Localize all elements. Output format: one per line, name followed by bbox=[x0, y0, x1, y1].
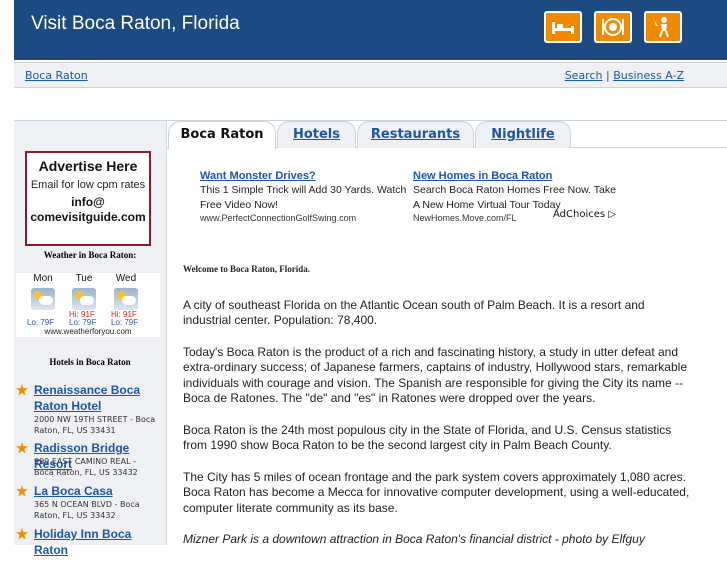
hotel-address-line2: Boca Raton, FL, US 33432 bbox=[34, 468, 138, 477]
hotel-address: 999 EAST CAMINO REAL - Boca Raton, FL, U… bbox=[34, 456, 162, 478]
weather-day: Wed bbox=[115, 273, 137, 284]
hotel-address-line1: 2000 NW 19TH STREET - Boca bbox=[34, 415, 156, 424]
adchoices-triangle-icon: ▷ bbox=[608, 209, 616, 220]
advertise-subtext: Email for low cpm rates bbox=[30, 179, 146, 191]
hotel-address-line2: Raton, FL, US 33432 bbox=[34, 511, 116, 520]
partly-cloudy-icon bbox=[114, 288, 138, 310]
hotel-address-line1: 365 N OCEAN BLVD - Boca bbox=[34, 500, 140, 509]
ad-title[interactable]: New Homes in Boca Raton bbox=[413, 170, 623, 182]
advertise-email: info@ comevisitguide.com bbox=[27, 195, 149, 225]
tab-hotels[interactable]: Hotels bbox=[277, 121, 356, 148]
ad-url[interactable]: www.PerfectConnectionGolfSwing.com bbox=[200, 213, 422, 223]
adchoices-text[interactable]: AdChoices bbox=[553, 209, 605, 220]
hotel-star-icon bbox=[16, 442, 28, 454]
breadcrumb-boca-raton[interactable]: Boca Raton bbox=[25, 69, 88, 82]
weather-day: Mon bbox=[33, 273, 53, 284]
advertise-email-line2: comevisitguide.com bbox=[30, 210, 146, 224]
hotel-name[interactable]: La Boca Casa bbox=[34, 483, 162, 499]
site-header: Visit Boca Raton, Florida bbox=[14, 0, 727, 60]
hotel-star-icon bbox=[16, 384, 28, 396]
welcome-heading: Welcome to Boca Raton, Florida. bbox=[183, 264, 310, 274]
tab-boca-raton[interactable]: Boca Raton bbox=[168, 121, 276, 149]
weather-low: Lo: 79F bbox=[111, 318, 139, 327]
tab-restaurants[interactable]: Restaurants bbox=[357, 121, 474, 148]
search-link[interactable]: Search bbox=[565, 69, 603, 82]
weather-low: Lo: 79F bbox=[69, 318, 97, 327]
article-content: Welcome to Boca Raton, Florida. A city o… bbox=[183, 262, 693, 564]
restaurant-plate-icon[interactable] bbox=[594, 11, 632, 43]
hotel-star-icon bbox=[16, 528, 28, 540]
hotel-name-line1[interactable]: Renaissance Boca bbox=[34, 383, 140, 397]
hotel-star-icon bbox=[16, 485, 28, 497]
adchoices-label[interactable]: AdChoices ▷ bbox=[553, 209, 616, 220]
hotels-title: Hotels in Boca Raton bbox=[49, 357, 131, 367]
hotel-address-line2: Raton, FL, US 33431 bbox=[34, 426, 116, 435]
article-paragraph: A city of southeast Florida on the Atlan… bbox=[183, 297, 645, 328]
advertise-heading: Advertise Here bbox=[38, 158, 138, 174]
weather-low: Lo: 79F bbox=[27, 318, 55, 327]
article-paragraph: Today's Boca Raton is the product of a r… bbox=[183, 344, 687, 406]
hotel-name-line2[interactable]: Raton Hotel bbox=[34, 399, 101, 413]
weather-title: Weather in Boca Raton: bbox=[43, 250, 137, 260]
ad-description: This 1 Simple Trick will Add 30 Yards. W… bbox=[200, 184, 407, 211]
sub-navigation-bar: Boca Raton Search | Business A-Z bbox=[14, 62, 727, 88]
link-separator: | bbox=[605, 69, 610, 82]
hotel-name[interactable]: Holiday Inn Boca Raton bbox=[34, 526, 162, 558]
article-paragraph: Boca Raton is the 24th most populous cit… bbox=[183, 422, 672, 453]
weather-widget[interactable]: Mon Tue Wed Hi: 91F Hi: 91F Lo: 79F Lo: … bbox=[16, 273, 160, 337]
weather-day: Tue bbox=[75, 273, 93, 284]
site-title[interactable]: Visit Boca Raton, Florida bbox=[31, 13, 240, 35]
advertise-box[interactable]: Advertise Here Email for low cpm rates i… bbox=[25, 151, 151, 246]
ad-title[interactable]: Want Monster Drives? bbox=[200, 170, 422, 182]
top-links: Search | Business A-Z bbox=[565, 69, 684, 82]
photo-caption: Mizner Park is a downtown attraction in … bbox=[183, 532, 645, 546]
partly-cloudy-icon bbox=[31, 288, 55, 310]
tab-nightlife[interactable]: Nightlife bbox=[475, 121, 571, 148]
text-ad[interactable]: Want Monster Drives? This 1 Simple Trick… bbox=[200, 170, 422, 223]
hotel-address: 365 N OCEAN BLVD - Boca Raton, FL, US 33… bbox=[34, 499, 162, 521]
hotel-address: 2000 NW 19TH STREET - Boca Raton, FL, US… bbox=[34, 414, 162, 436]
hotel-bed-icon[interactable] bbox=[544, 11, 582, 43]
article-paragraph: The City has 5 miles of ocean frontage a… bbox=[183, 469, 690, 515]
weather-source[interactable]: www.weatherforyou.com bbox=[16, 327, 160, 336]
partly-cloudy-icon bbox=[72, 288, 96, 310]
advertise-email-line1: info@ bbox=[71, 195, 105, 209]
nightlife-icon[interactable] bbox=[644, 11, 682, 43]
hotel-name[interactable]: Renaissance Boca Raton Hotel bbox=[34, 382, 162, 414]
hotel-address-line1: 999 EAST CAMINO REAL - bbox=[34, 457, 136, 466]
business-az-link[interactable]: Business A-Z bbox=[613, 69, 684, 82]
